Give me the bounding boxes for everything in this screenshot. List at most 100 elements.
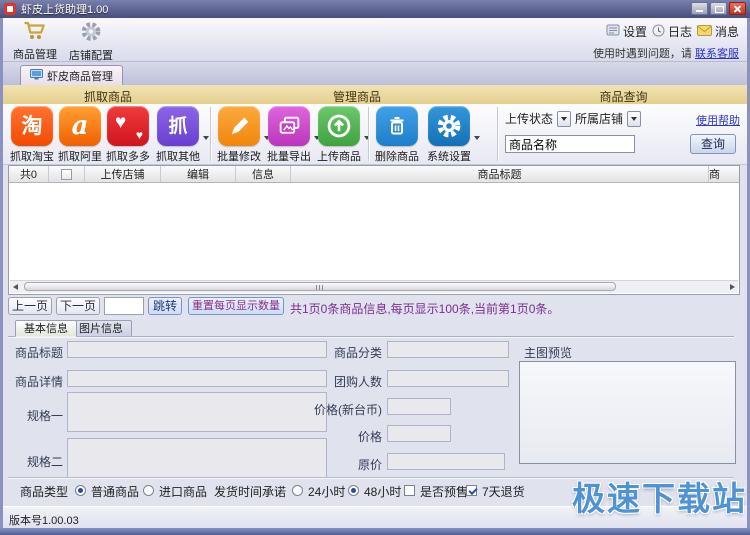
upload-status-label: 上传状态 [505,112,554,126]
orig-price-input[interactable] [387,453,505,470]
monitor-icon [30,68,43,83]
ribbon-separator [210,107,211,161]
reset-page-size-button[interactable]: 重置每页显示数量 [188,297,284,315]
grab-other-dropdown-arrow[interactable] [203,136,209,140]
usage-help-link[interactable]: 使用帮助 [696,112,740,128]
count-header[interactable]: 共0 [9,166,49,182]
horizontal-scrollbar[interactable] [10,280,738,293]
delivery-48-label: 48小时 [364,485,402,499]
spec2-textarea[interactable] [67,438,327,478]
pagination-bar: 上一页 下一页 跳转 重置每页显示数量 共1页0条商品信息,每页显示100条,当… [8,297,742,317]
settings-panel-icon [606,24,620,39]
jump-button[interactable]: 跳转 [148,297,182,315]
log-label: 日志 [667,25,692,39]
cart-icon [22,21,49,45]
upload-product-dropdown-arrow[interactable] [364,136,370,140]
help-text: 使用时遇到问题，请 [592,48,692,60]
tab-strip: 虾皮商品管理 [3,62,747,85]
group-title-query: 商品查询 [599,90,648,104]
select-all-checkbox[interactable] [61,168,72,180]
product-table: 共0 上传店铺 编辑 信息 商品标题 商 [8,165,740,295]
system-settings-dropdown-arrow[interactable] [474,136,480,140]
category-input[interactable] [387,341,509,358]
radio-import-product[interactable] [143,485,154,496]
product-manage-button[interactable]: 商品管理 [7,20,63,61]
pencil-icon [218,106,260,146]
select-all-header[interactable] [49,166,85,182]
col-product-title[interactable]: 商品标题 [291,166,709,182]
toolbar: 商品管理 店铺配置 设置 日志 消息 使用时遇到问题，请 联系客服 [3,18,747,62]
price-input[interactable] [387,425,451,442]
system-settings-button[interactable]: 系统设置 [426,106,480,164]
product-name-input[interactable] [505,135,635,153]
system-gear-icon [428,106,470,146]
message-menu-button[interactable]: 消息 [696,23,739,40]
app-icon [4,3,16,15]
mail-icon [696,24,712,39]
grab-pinduoduo-button[interactable]: ♥ ♥ 抓取多多 [105,106,151,164]
price-twd-label: 价格(新台币) [314,403,382,417]
preview-label: 主图预览 [524,346,573,360]
message-label: 消息 [714,25,739,39]
main-tab-label: 虾皮商品管理 [47,70,113,83]
radio-24h[interactable] [292,485,303,496]
gear-icon [79,22,103,46]
scroll-left-arrow[interactable] [10,281,22,292]
product-title-label: 商品标题 [15,346,64,360]
tab-image-info[interactable]: 图片信息 [70,320,132,337]
grab-alibaba-button[interactable]: a 抓取阿里 [57,106,103,164]
minimize-button[interactable] [691,2,708,15]
close-button[interactable] [729,2,746,15]
batch-export-button[interactable]: 批量导出 [266,106,320,164]
contact-support-link[interactable]: 联系客服 [695,48,739,60]
main-image-preview-box [519,361,736,464]
grab-icon: 抓 [157,106,199,146]
return7-checkbox[interactable] [466,485,477,496]
upload-status-dropdown[interactable] [557,110,572,127]
shop-dropdown[interactable] [627,110,642,127]
shop-config-label: 店铺配置 [69,50,113,62]
col-upload-shop[interactable]: 上传店铺 [85,166,161,182]
delete-product-button[interactable]: 删除商品 [374,106,420,164]
scroll-right-arrow[interactable] [726,281,738,292]
upload-product-button[interactable]: 上传商品 [316,106,370,164]
group-title-grab: 抓取商品 [83,90,132,104]
version-text: 版本号1.00.03 [9,515,79,527]
grab-other-button[interactable]: 抓 抓取其他 [155,106,209,164]
radio-48h[interactable] [348,485,359,496]
col-info[interactable]: 信息 [236,166,291,182]
app-window: 虾皮上货助理1.00 商品管理 店铺配置 设置 日志 消息 使用时遇到问题，请 … [0,0,750,535]
group-count-input[interactable] [387,370,509,387]
log-menu-button[interactable]: 日志 [652,23,692,40]
batch-modify-button[interactable]: 批量修改 [216,106,270,164]
grab-taobao-button[interactable]: 淘 抓取淘宝 [9,106,55,164]
search-button[interactable]: 查询 [690,134,736,154]
next-page-button[interactable]: 下一页 [56,297,100,315]
presale-checkbox[interactable] [404,485,415,496]
radio-normal-product[interactable] [75,485,86,496]
tab-basic-info[interactable]: 基本信息 [15,320,77,337]
prev-page-button[interactable]: 上一页 [8,297,52,315]
return7-label: 7天退货 [482,485,525,499]
group-title-manage: 管理商品 [332,90,381,104]
shop-config-button[interactable]: 店铺配置 [63,20,119,62]
delivery-label: 发货时间承诺 [214,485,287,499]
price-twd-input[interactable] [387,398,451,415]
scrollbar-thumb[interactable] [24,282,616,291]
tab-shopee-product-manage[interactable]: 虾皮商品管理 [20,65,123,85]
pinduoduo-hearts-icon: ♥ ♥ [107,106,149,146]
settings-menu-button[interactable]: 设置 [606,23,647,40]
spec1-textarea[interactable] [67,392,327,432]
product-manage-label: 商品管理 [13,49,57,61]
maximize-button[interactable] [710,2,727,15]
col-truncated[interactable]: 商 [709,166,739,182]
ribbon-group-band: 抓取商品 管理商品 商品查询 [3,85,747,105]
trash-icon [376,106,418,146]
window-frame-bottom [0,528,750,535]
product-detail-input[interactable] [67,370,327,387]
ribbon-separator [497,107,498,161]
col-edit[interactable]: 编辑 [161,166,236,182]
product-title-input[interactable] [67,341,327,358]
page-jump-input[interactable] [104,297,144,315]
watermark-text: 极速下载站 [572,480,747,517]
